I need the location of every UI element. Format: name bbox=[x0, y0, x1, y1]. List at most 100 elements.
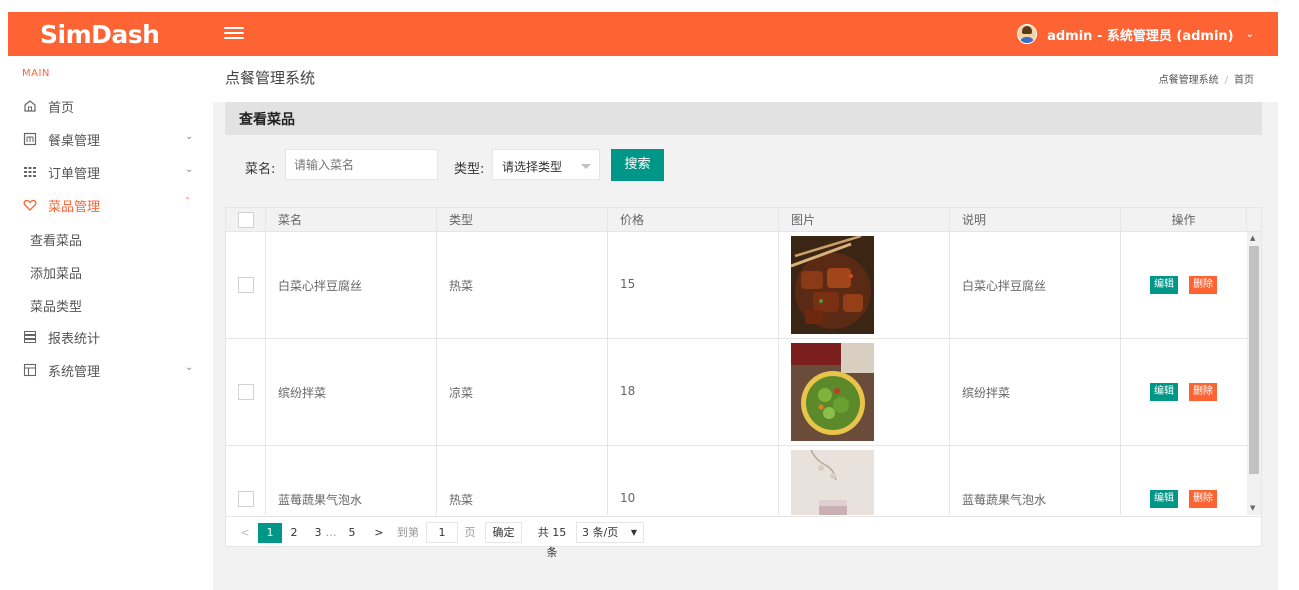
delete-button[interactable]: 删除 bbox=[1189, 490, 1217, 508]
dish-name-label: 菜名: bbox=[245, 162, 276, 177]
search-button[interactable]: 搜索 bbox=[611, 149, 664, 181]
breadcrumb: 点餐管理系统 / 首页 bbox=[1159, 71, 1254, 86]
edit-button[interactable]: 编辑 bbox=[1150, 276, 1178, 294]
sidebar-item-system[interactable]: 系统管理 ⌄ bbox=[8, 353, 213, 386]
page-number[interactable]: 2 bbox=[286, 523, 302, 543]
row-select-cell bbox=[226, 446, 266, 515]
goto-label: 到第 bbox=[397, 526, 419, 539]
row-checkbox[interactable] bbox=[238, 277, 254, 293]
goto-confirm-button[interactable]: 确定 bbox=[485, 522, 522, 543]
dish-price: 18 bbox=[620, 384, 636, 398]
column-header[interactable]: 菜名 bbox=[266, 208, 437, 232]
dish-type-selected: 请选择类型 bbox=[502, 160, 563, 174]
page-size-select[interactable]: 3 条/页 ▼ bbox=[576, 522, 644, 543]
braised-pork-photo bbox=[791, 236, 874, 334]
sidebar-item-label: 系统管理 bbox=[48, 365, 101, 380]
desc-cell: 缤纷拌菜 bbox=[950, 339, 1121, 446]
sidebar: MAIN 首页 餐桌管理 ⌄ 订单管理 ⌄ 菜品管理 ˆ 查看菜品 添加菜品 菜… bbox=[8, 56, 213, 590]
mixed-salad-photo bbox=[791, 343, 874, 441]
prev-page-icon[interactable]: < bbox=[238, 523, 252, 543]
sidebar-item-tables[interactable]: 餐桌管理 ⌄ bbox=[8, 122, 213, 155]
sidebar-item-label: 菜品管理 bbox=[48, 200, 101, 215]
logo[interactable]: SimDash bbox=[40, 18, 160, 50]
select-all-cell bbox=[226, 208, 266, 232]
table-icon bbox=[23, 132, 37, 146]
dish-type: 热菜 bbox=[449, 279, 474, 293]
page-number-current[interactable]: 1 bbox=[258, 523, 282, 543]
vertical-scrollbar[interactable]: ▲ ▼ bbox=[1247, 232, 1261, 515]
grid-icon bbox=[24, 167, 36, 177]
sidebar-subitem-dish-types[interactable]: 菜品类型 bbox=[8, 287, 213, 320]
edit-button[interactable]: 编辑 bbox=[1150, 490, 1178, 508]
image-cell bbox=[779, 232, 950, 339]
price-cell: 10 bbox=[608, 446, 779, 515]
page-number[interactable]: 5 bbox=[344, 523, 360, 543]
breadcrumb-item[interactable]: 首页 bbox=[1234, 75, 1254, 86]
dish-table: 菜名 类型 价格 图片 说明 操作 白菜心拌豆腐丝 热菜 15 白菜心拌豆腐丝 … bbox=[225, 207, 1262, 559]
sidebar-item-label: 首页 bbox=[48, 101, 75, 116]
user-menu[interactable]: admin - 系统管理员 (admin) ⌄ bbox=[1017, 12, 1254, 56]
column-header[interactable]: 操作 bbox=[1121, 208, 1247, 232]
dish-name: 蓝莓蔬果气泡水 bbox=[278, 493, 363, 507]
chevron-down-icon: ⌄ bbox=[1245, 28, 1254, 40]
sidebar-subitem-label: 查看菜品 bbox=[30, 234, 83, 249]
breadcrumb-item[interactable]: 点餐管理系统 bbox=[1159, 75, 1219, 86]
delete-button[interactable]: 删除 bbox=[1189, 383, 1217, 401]
sidebar-item-home[interactable]: 首页 bbox=[8, 89, 213, 122]
delete-button[interactable]: 删除 bbox=[1189, 276, 1217, 294]
top-header: SimDash admin - 系统管理员 (admin) ⌄ bbox=[8, 12, 1278, 56]
dish-name: 缤纷拌菜 bbox=[278, 386, 327, 400]
page-unit-label: 页 bbox=[464, 526, 476, 539]
column-header[interactable]: 类型 bbox=[437, 208, 608, 232]
blueberry-drink-photo bbox=[791, 450, 874, 515]
report-icon bbox=[24, 331, 36, 343]
dish-type: 凉菜 bbox=[449, 386, 474, 400]
table-row[interactable]: 缤纷拌菜 凉菜 18 缤纷拌菜 编辑 删除 bbox=[226, 339, 1247, 446]
row-checkbox[interactable] bbox=[238, 491, 254, 507]
column-header[interactable]: 价格 bbox=[608, 208, 779, 232]
chevron-up-icon: ˆ bbox=[185, 197, 190, 208]
table-row[interactable]: 白菜心拌豆腐丝 热菜 15 白菜心拌豆腐丝 编辑 删除 bbox=[226, 232, 1247, 339]
scroll-down-icon[interactable]: ▼ bbox=[1250, 504, 1255, 512]
pagination: < 1 2 3 … 5 > 到第 1 页 确定 共 15 条 3 条/页 ▼ bbox=[226, 516, 1261, 559]
sidebar-subitem-label: 菜品类型 bbox=[30, 300, 83, 315]
dish-price: 15 bbox=[620, 277, 636, 291]
sidebar-subitem-view-dishes[interactable]: 查看菜品 bbox=[8, 221, 213, 254]
sidebar-subitem-add-dish[interactable]: 添加菜品 bbox=[8, 254, 213, 287]
sidebar-item-dishes[interactable]: 菜品管理 ˆ bbox=[8, 188, 213, 221]
type-cell: 凉菜 bbox=[437, 339, 608, 446]
menu-toggle-icon[interactable] bbox=[224, 24, 244, 44]
scroll-up-icon[interactable]: ▲ bbox=[1250, 234, 1255, 242]
table-header: 菜名 类型 价格 图片 说明 操作 bbox=[226, 208, 1261, 232]
table-row[interactable]: 蓝莓蔬果气泡水 热菜 10 蓝莓蔬果气泡水 编辑 删除 bbox=[226, 446, 1247, 515]
sidebar-item-label: 订单管理 bbox=[48, 167, 101, 182]
chevron-down-icon: ⌄ bbox=[185, 362, 194, 373]
goto-page-input[interactable]: 1 bbox=[426, 522, 458, 543]
price-cell: 15 bbox=[608, 232, 779, 339]
dish-desc: 白菜心拌豆腐丝 bbox=[962, 279, 1047, 293]
total-count: 共 15 条 bbox=[537, 526, 567, 559]
home-icon bbox=[24, 100, 36, 112]
table-body[interactable]: 白菜心拌豆腐丝 热菜 15 白菜心拌豆腐丝 编辑 删除 缤纷拌菜 凉菜 18 缤… bbox=[226, 232, 1247, 515]
sidebar-item-reports[interactable]: 报表统计 bbox=[8, 320, 213, 353]
dish-desc: 缤纷拌菜 bbox=[962, 386, 1011, 400]
select-all-checkbox[interactable] bbox=[238, 212, 254, 228]
dish-desc: 蓝莓蔬果气泡水 bbox=[962, 493, 1047, 507]
sidebar-item-orders[interactable]: 订单管理 ⌄ bbox=[8, 155, 213, 188]
dish-type-select[interactable]: 请选择类型 bbox=[492, 149, 600, 180]
action-cell: 编辑 删除 bbox=[1121, 339, 1247, 446]
user-label: admin - 系统管理员 (admin) bbox=[1047, 28, 1234, 44]
type-cell: 热菜 bbox=[437, 446, 608, 515]
image-cell bbox=[779, 446, 950, 515]
column-header[interactable]: 图片 bbox=[779, 208, 950, 232]
name-cell: 蓝莓蔬果气泡水 bbox=[266, 446, 437, 515]
app-window: SimDash admin - 系统管理员 (admin) ⌄ MAIN 首页 … bbox=[8, 12, 1278, 590]
dish-name-input[interactable] bbox=[285, 149, 438, 180]
row-checkbox[interactable] bbox=[238, 384, 254, 400]
sidebar-section-label: MAIN bbox=[22, 68, 50, 79]
next-page-icon[interactable]: > bbox=[372, 523, 386, 543]
edit-button[interactable]: 编辑 bbox=[1150, 383, 1178, 401]
column-header[interactable]: 说明 bbox=[950, 208, 1121, 232]
name-cell: 缤纷拌菜 bbox=[266, 339, 437, 446]
scrollbar-thumb[interactable] bbox=[1249, 246, 1259, 474]
